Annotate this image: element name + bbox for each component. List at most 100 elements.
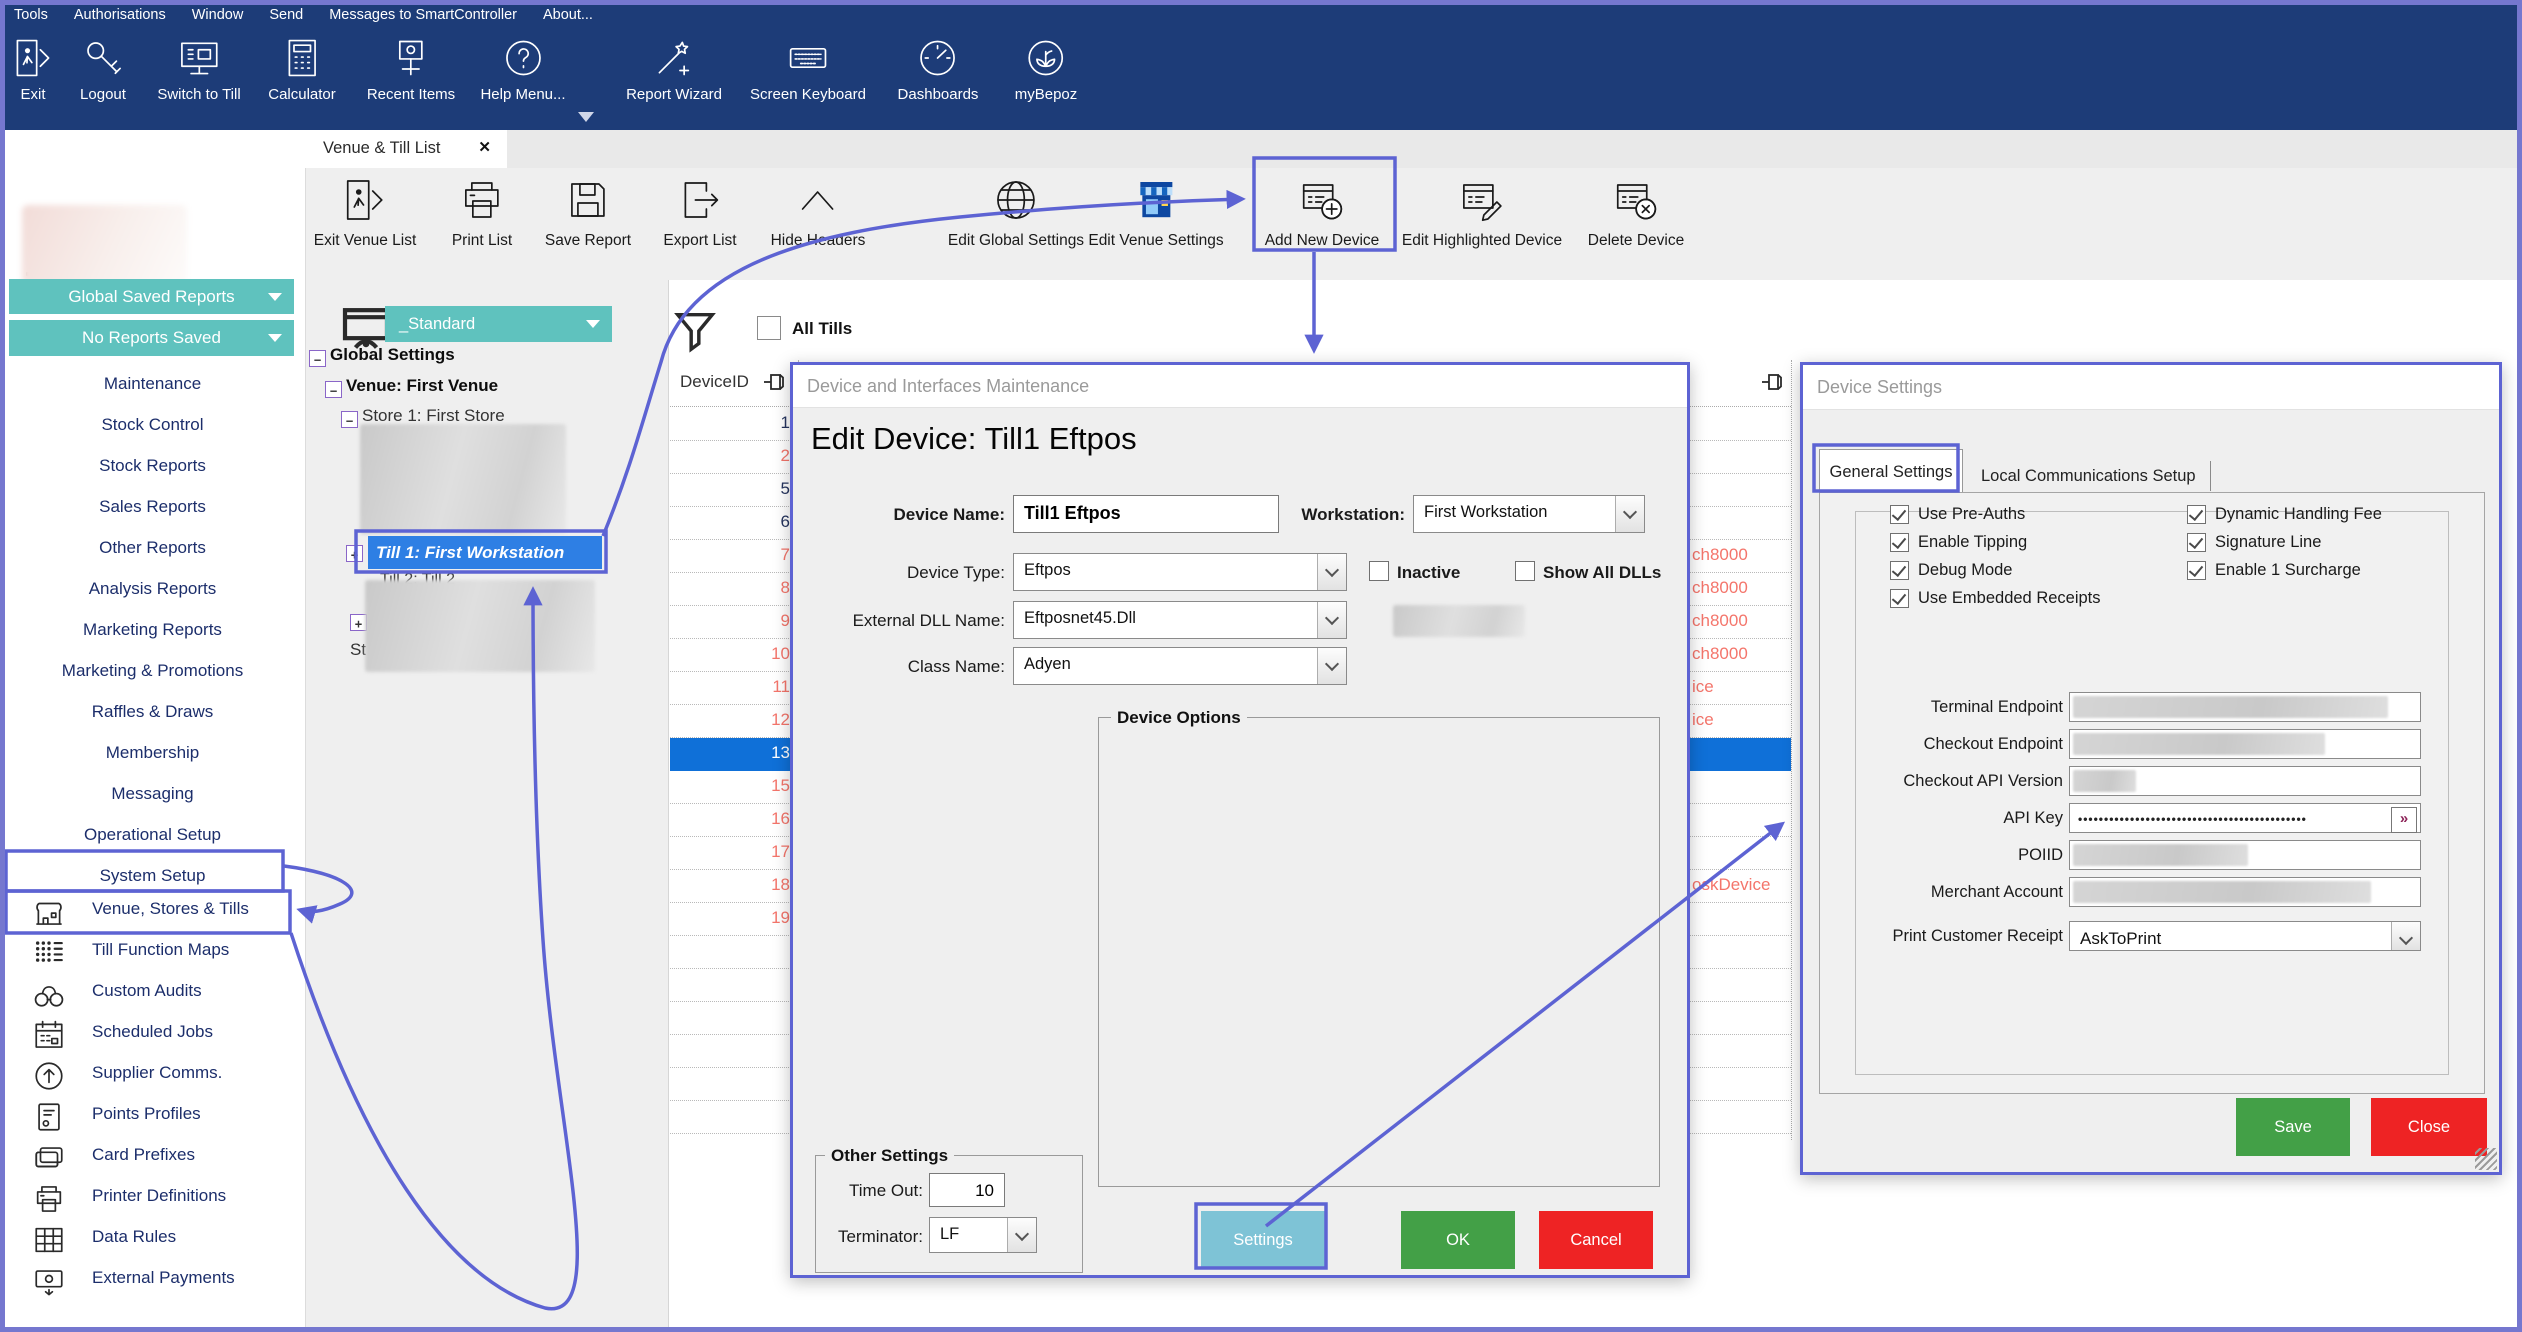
chevron-down-icon[interactable]: [2391, 922, 2420, 950]
inactive-checkbox[interactable]: [1369, 561, 1389, 581]
tree-view-selector[interactable]: _Standard: [385, 306, 612, 342]
reveal-icon[interactable]: »: [2391, 807, 2417, 833]
field-input-checkout-api-version[interactable]: [2069, 766, 2421, 796]
cancel-button[interactable]: Cancel: [1539, 1211, 1653, 1269]
terminator-select[interactable]: LF: [929, 1217, 1037, 1253]
sidebar-item-stock-reports[interactable]: Stock Reports: [0, 445, 305, 486]
menu-item-messages-to-smartcontroller[interactable]: Messages to SmartController: [329, 7, 517, 23]
sidebar-item-custom-audits[interactable]: Custom Audits: [0, 973, 305, 1014]
toolbar-button-help-menu[interactable]: Help Menu...: [480, 34, 565, 103]
resize-grip[interactable]: [2475, 1148, 2497, 1170]
toolbar-button-export-list[interactable]: Export List: [663, 174, 736, 250]
toolbar-button-logout[interactable]: Logout: [80, 34, 126, 103]
sidebar-item-marketing-promotions[interactable]: Marketing & Promotions: [0, 650, 305, 691]
toolbar-button-report-wizard[interactable]: Report Wizard: [626, 34, 722, 103]
tree-node-store2-partial[interactable]: St: [350, 640, 366, 660]
collapse-icon[interactable]: [309, 350, 326, 367]
field-input-merchant-account[interactable]: [2069, 877, 2421, 907]
column-header-deviceid[interactable]: DeviceID: [680, 372, 749, 392]
menu-item-about[interactable]: About...: [543, 7, 593, 23]
time-out-input[interactable]: 10: [929, 1173, 1005, 1207]
checkbox-signature-line[interactable]: [2187, 533, 2206, 552]
filter-icon[interactable]: [672, 306, 718, 356]
toolbar-button-edit-global-settings[interactable]: Edit Global Settings: [948, 174, 1084, 250]
sidebar-item-card-prefixes[interactable]: Card Prefixes: [0, 1137, 305, 1178]
sidebar-item-data-rules[interactable]: Data Rules: [0, 1219, 305, 1260]
device-name-input[interactable]: Till1 Eftpos: [1013, 495, 1279, 533]
field-input-poiid[interactable]: [2069, 840, 2421, 870]
menu-item-authorisations[interactable]: Authorisations: [74, 7, 166, 23]
show-all-dlls-checkbox[interactable]: [1515, 561, 1535, 581]
checkbox-use-embedded-receipts[interactable]: [1890, 589, 1909, 608]
sidebar-item-scheduled-jobs[interactable]: Scheduled Jobs: [0, 1014, 305, 1055]
toolbar-button-print-list[interactable]: Print List: [452, 174, 512, 250]
sidebar-item-membership[interactable]: Membership: [0, 732, 305, 773]
tree-node-store1[interactable]: Store 1: First Store: [362, 406, 505, 426]
device-type-select[interactable]: Eftpos: [1013, 553, 1347, 591]
field-input-api-key[interactable]: ••••••••••••••••••••••••••••••••••••••••…: [2069, 803, 2421, 833]
tab-venue-till-list[interactable]: Venue & Till List ✕: [305, 130, 507, 168]
menu-item-window[interactable]: Window: [192, 7, 244, 23]
dialog-title-bar[interactable]: Device Settings: [1803, 365, 2499, 410]
pin-column-icon[interactable]: [762, 370, 786, 394]
collapse-icon[interactable]: [325, 381, 342, 398]
chevron-down-icon[interactable]: [1317, 602, 1346, 638]
all-tills-checkbox[interactable]: [757, 316, 781, 340]
sidebar-item-maintenance[interactable]: Maintenance: [0, 363, 305, 404]
chevron-down-icon[interactable]: [1007, 1218, 1036, 1252]
pin-column-icon[interactable]: [1760, 370, 1784, 394]
sidebar-item-analysis-reports[interactable]: Analysis Reports: [0, 568, 305, 609]
toolbar-button-hide-headers[interactable]: Hide Headers: [771, 174, 866, 250]
close-icon[interactable]: ✕: [478, 138, 491, 156]
toolbar-button-delete-device[interactable]: Delete Device: [1588, 174, 1685, 250]
toolbar-button-mybepoz[interactable]: myBepoz: [1015, 34, 1078, 103]
chevron-down-icon[interactable]: [1615, 496, 1644, 532]
sidebar-item-external-payments[interactable]: External Payments: [0, 1260, 305, 1301]
help-menu-dropdown-icon[interactable]: [578, 112, 594, 122]
toolbar-button-edit-highlighted-device[interactable]: Edit Highlighted Device: [1402, 174, 1562, 250]
sidebar-item-venue-stores-tills[interactable]: Venue, Stores & Tills: [0, 891, 305, 932]
sidebar-item-till-function-maps[interactable]: Till Function Maps: [0, 932, 305, 973]
sidebar-item-points-profiles[interactable]: Points Profiles: [0, 1096, 305, 1137]
collapse-icon[interactable]: [341, 411, 358, 428]
global-saved-reports-button[interactable]: Global Saved Reports: [9, 279, 294, 314]
checkbox-debug-mode[interactable]: [1890, 561, 1909, 580]
toolbar-button-add-new-device[interactable]: Add New Device: [1265, 174, 1380, 250]
toolbar-button-calculator[interactable]: Calculator: [268, 34, 336, 103]
tab-local-communications-setup[interactable]: Local Communications Setup: [1981, 461, 2211, 491]
toolbar-button-save-report[interactable]: Save Report: [545, 174, 631, 250]
sidebar-item-printer-definitions[interactable]: Printer Definitions: [0, 1178, 305, 1219]
field-input-checkout-endpoint[interactable]: [2069, 729, 2421, 759]
menu-item-send[interactable]: Send: [269, 7, 303, 23]
sidebar-item-operational-setup[interactable]: Operational Setup: [0, 814, 305, 855]
sidebar-item-marketing-reports[interactable]: Marketing Reports: [0, 609, 305, 650]
field-input-terminal-endpoint[interactable]: [2069, 692, 2421, 722]
checkbox-enable-1-surcharge[interactable]: [2187, 561, 2206, 580]
save-button[interactable]: Save: [2236, 1098, 2350, 1156]
tree-node-venue[interactable]: Venue: First Venue: [346, 376, 498, 396]
ok-button[interactable]: OK: [1401, 1211, 1515, 1269]
tree-node-global-settings[interactable]: Global Settings: [330, 345, 455, 365]
tab-general-settings[interactable]: General Settings: [1819, 449, 1963, 494]
toolbar-button-switch-to-till[interactable]: Switch to Till: [157, 34, 240, 103]
field-input-print-customer-receipt[interactable]: AskToPrint: [2069, 921, 2421, 951]
toolbar-button-exit-venue-list[interactable]: Exit Venue List: [314, 174, 417, 250]
checkbox-dynamic-handling-fee[interactable]: [2187, 505, 2206, 524]
workstation-select[interactable]: First Workstation: [1413, 495, 1645, 533]
toolbar-button-edit-venue-settings[interactable]: Edit Venue Settings: [1088, 174, 1223, 250]
expand-icon[interactable]: [346, 545, 363, 562]
checkbox-use-pre-auths[interactable]: [1890, 505, 1909, 524]
toolbar-button-screen-keyboard[interactable]: Screen Keyboard: [750, 34, 866, 103]
toolbar-button-recent-items[interactable]: Recent Items: [367, 34, 455, 103]
chevron-down-icon[interactable]: [1317, 648, 1346, 684]
sidebar-item-system-setup[interactable]: System Setup: [0, 855, 305, 896]
class-name-select[interactable]: Adyen: [1013, 647, 1347, 685]
menu-item-tools[interactable]: Tools: [14, 7, 48, 23]
sidebar-item-messaging[interactable]: Messaging: [0, 773, 305, 814]
checkbox-enable-tipping[interactable]: [1890, 533, 1909, 552]
sidebar-item-raffles-draws[interactable]: Raffles & Draws: [0, 691, 305, 732]
sidebar-item-sales-reports[interactable]: Sales Reports: [0, 486, 305, 527]
settings-button[interactable]: Settings: [1201, 1211, 1325, 1269]
sidebar-item-supplier-comms[interactable]: Supplier Comms.: [0, 1055, 305, 1096]
no-reports-saved-button[interactable]: No Reports Saved: [9, 320, 294, 356]
